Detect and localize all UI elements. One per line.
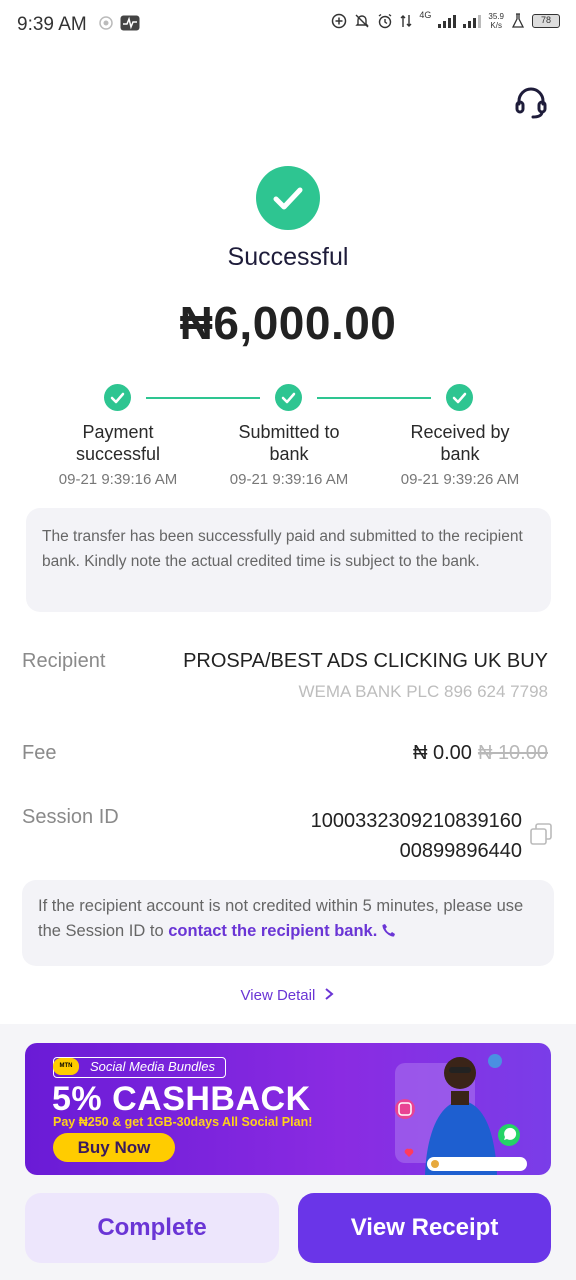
promo-banner[interactable]: Social Media Bundles MTN 5% CASHBACK Pay… bbox=[25, 1043, 551, 1175]
chevron-right-icon bbox=[325, 988, 335, 1000]
recipient-bank: WEMA BANK PLC 896 624 7798 bbox=[298, 682, 548, 701]
status-title: Successful bbox=[227, 243, 349, 271]
transfer-amount: ₦6,000.00 bbox=[179, 297, 397, 349]
step-2-label: Submitted to bank bbox=[238, 422, 340, 464]
signal-icon-2 bbox=[463, 15, 482, 28]
contact-bank-link[interactable]: contact the recipient bank. bbox=[168, 922, 377, 940]
step-2-check-icon bbox=[275, 384, 302, 411]
phone-icon[interactable] bbox=[382, 923, 396, 937]
complete-button[interactable]: Complete bbox=[25, 1193, 279, 1263]
view-receipt-button[interactable]: View Receipt bbox=[298, 1193, 551, 1263]
step-connector-2 bbox=[317, 397, 431, 399]
data-saver-icon bbox=[332, 13, 347, 29]
activity-icon bbox=[120, 15, 140, 31]
status-bar: 9:39 AM 4G 35.9 K/s 78 bbox=[0, 0, 576, 50]
step-3-label: Received by bank bbox=[410, 422, 510, 464]
session-id-label: Session ID bbox=[22, 806, 119, 828]
session-note: If the recipient account is not credited… bbox=[22, 880, 554, 966]
step-connector-1 bbox=[146, 397, 260, 399]
transfer-info-message: The transfer has been successfully paid … bbox=[26, 508, 551, 612]
view-detail-label: View Detail bbox=[240, 987, 316, 1004]
mtn-logo: MTN bbox=[53, 1058, 79, 1075]
session-id-value: 100033230921083916000899896440 bbox=[310, 810, 522, 862]
step-3-check-icon bbox=[446, 384, 473, 411]
banner-headline: 5% CASHBACK bbox=[52, 1080, 311, 1118]
copy-icon[interactable] bbox=[530, 823, 552, 845]
fee-label: Fee bbox=[22, 742, 57, 764]
step-1-label: Payment successful bbox=[75, 422, 161, 464]
step-3-time: 09-21 9:39:26 AM bbox=[400, 471, 520, 488]
screen-record-icon bbox=[99, 16, 113, 30]
signal-icon bbox=[438, 15, 457, 28]
battery-indicator: 78 bbox=[532, 14, 560, 28]
bell-off-icon bbox=[355, 14, 370, 28]
network-type: 4G bbox=[419, 10, 432, 20]
headset-icon[interactable] bbox=[513, 84, 549, 120]
recipient-label: Recipient bbox=[22, 650, 106, 672]
fee-value: ₦ 0.00 ₦ 10.00 bbox=[413, 742, 548, 765]
alarm-icon bbox=[378, 13, 392, 29]
fee-amount: ₦ 0.00 bbox=[413, 742, 472, 764]
fee-original: ₦ 10.00 bbox=[477, 742, 548, 764]
step-1-check-icon bbox=[104, 384, 131, 411]
status-time: 9:39 AM bbox=[17, 14, 87, 35]
recipient-name: PROSPA/BEST ADS CLICKING UK BUY bbox=[183, 650, 548, 672]
flask-icon bbox=[511, 13, 525, 28]
banner-subtitle: Pay ₦250 & get 1GB-30days All Social Pla… bbox=[53, 1115, 313, 1129]
promo-illustration bbox=[395, 1054, 527, 1175]
check-circle-icon bbox=[256, 166, 320, 230]
step-2-time: 09-21 9:39:16 AM bbox=[229, 471, 349, 488]
network-speed: 35.9 K/s bbox=[488, 12, 504, 30]
data-transfer-icon bbox=[400, 15, 412, 27]
view-detail-link[interactable]: View Detail bbox=[0, 987, 576, 1004]
step-1-time: 09-21 9:39:16 AM bbox=[58, 471, 178, 488]
buy-now-button[interactable]: Buy Now bbox=[53, 1133, 175, 1162]
